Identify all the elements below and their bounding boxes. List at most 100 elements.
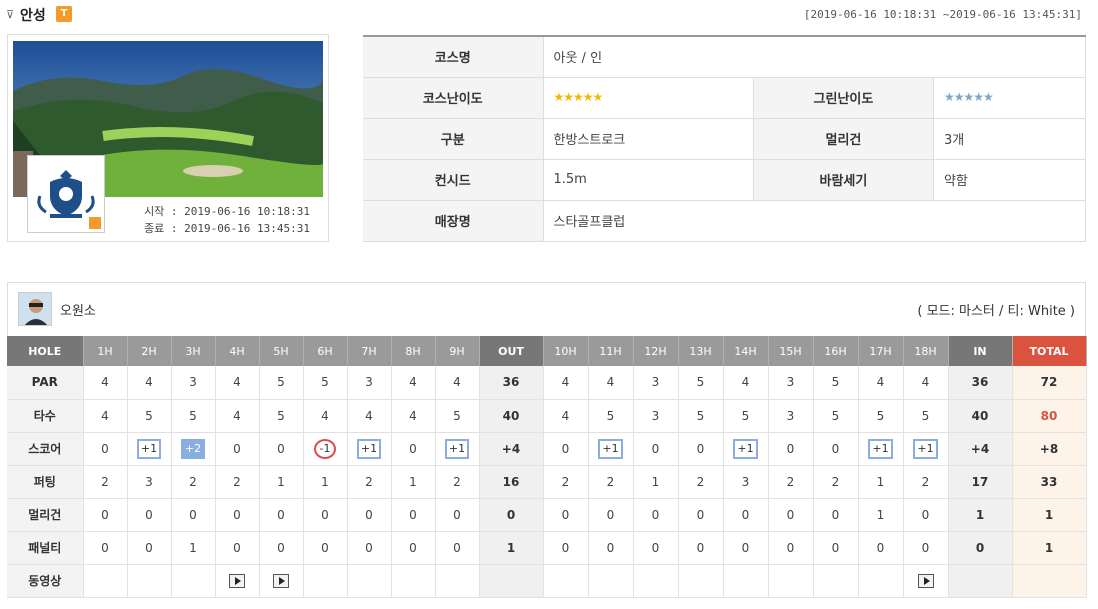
score-cell: 1 [391, 465, 436, 499]
course-name-value: 아웃 / 인 [543, 36, 1086, 78]
score-cell: 5 [813, 366, 859, 400]
end-time: 종료 : 2019-06-16 13:45:31 [144, 222, 310, 235]
score-cell: 0 [588, 498, 634, 532]
table-row: 멀리건 0 0 0 0 0 0 0 0 0 0 0 0 0 0 0 0 0 1 0 1 1 [7, 498, 1087, 532]
score-cell: 0 [259, 531, 304, 565]
score-cell: +1 [858, 432, 904, 466]
score-cell: 2 [768, 465, 814, 499]
score-cell [391, 564, 436, 598]
score-cell: 2 [588, 465, 634, 499]
score-cell: 0 [83, 531, 128, 565]
score-cell: 0 [171, 498, 216, 532]
score-cell: 3 [127, 465, 172, 499]
score-cell [633, 564, 679, 598]
score-cell: 0 [903, 498, 949, 532]
score-cell: 0 [127, 531, 172, 565]
score-cell: 1 [479, 531, 544, 565]
score-cell: 4 [435, 366, 480, 400]
score-cell: 0 [347, 531, 392, 565]
header-cell: 6H [303, 336, 348, 366]
row-label: 멀리건 [7, 498, 84, 532]
score-cell: 2 [83, 465, 128, 499]
score-cell: 17 [948, 465, 1013, 499]
score-cell: 3 [633, 366, 679, 400]
score-cell [347, 564, 392, 598]
score-cell: 0 [215, 432, 260, 466]
date-range: [2019-06-16 10:18:31 ~2019-06-16 13:45:3… [803, 8, 1082, 21]
table-row: 패널티 0 0 1 0 0 0 0 0 0 1 0 0 0 0 0 0 0 0 0 0 1 [7, 531, 1087, 565]
score-cell: 0 [588, 531, 634, 565]
video-play-icon[interactable] [273, 573, 289, 588]
score-cell: 4 [83, 366, 128, 400]
score-cell: +1 [903, 432, 949, 466]
header-cell: 11H [588, 336, 634, 366]
score-cell: 1 [1012, 531, 1087, 565]
score-cell: 5 [903, 399, 949, 433]
score-cell: 0 [435, 498, 480, 532]
score-cell: 0 [347, 498, 392, 532]
header-cell: 9H [435, 336, 480, 366]
score-cell: 5 [171, 399, 216, 433]
score-cell: +8 [1012, 432, 1087, 466]
course-info-table: 코스명 아웃 / 인 코스난이도 ★★★★★ 그린난이도 ★★★★★ 구분 한방… [363, 35, 1087, 242]
type-label: 구분 [363, 118, 544, 160]
score-cell: 0 [768, 531, 814, 565]
row-label: 패널티 [7, 531, 84, 565]
score-cell: 0 [813, 432, 859, 466]
score-cell: 5 [259, 399, 304, 433]
score-cell: 0 [303, 498, 348, 532]
score-cell: 1 [858, 498, 904, 532]
score-cell: 0 [215, 531, 260, 565]
score-cell [83, 564, 128, 598]
score-cell: 0 [948, 531, 1013, 565]
score-cell: 1 [171, 531, 216, 565]
video-play-icon[interactable] [917, 573, 934, 588]
edit-icon[interactable] [89, 217, 101, 229]
score-cell: 4 [347, 399, 392, 433]
row-label: 퍼팅 [7, 465, 84, 499]
score-cell: 3 [768, 366, 814, 400]
table-row: 스코어 0 +1 +2 0 0 -1 +1 0 +1 +4 0 +1 0 0 +1 0 0 +1 +1 +4 +8 [7, 432, 1087, 466]
score-cell: 3 [347, 366, 392, 400]
score-cell: 1 [303, 465, 348, 499]
header-cell: 10H [543, 336, 589, 366]
wind-value: 약함 [933, 159, 1087, 201]
score-cell: 5 [678, 399, 724, 433]
score-cell [903, 564, 949, 598]
score-cell: 1 [858, 465, 904, 499]
score-cell [813, 564, 859, 598]
score-cell: 5 [813, 399, 859, 433]
score-cell: 0 [391, 498, 436, 532]
table-row: 퍼팅 2 3 2 2 1 1 2 1 2 16 2 2 1 2 3 2 2 1 2 17 33 [7, 465, 1087, 499]
score-cell: 0 [723, 531, 769, 565]
score-cell: 3 [633, 399, 679, 433]
header-cell: 5H [259, 336, 304, 366]
score-cell [1012, 564, 1087, 598]
store-value: 스타골프클럽 [543, 200, 1086, 242]
score-cell: 4 [858, 366, 904, 400]
score-cell: 5 [678, 366, 724, 400]
score-cell: 2 [813, 465, 859, 499]
video-play-icon[interactable] [229, 573, 245, 588]
bogey-marker: +1 [356, 438, 382, 459]
course-difficulty-label: 코스난이도 [363, 77, 544, 119]
score-cell: 0 [768, 498, 814, 532]
score-cell: 2 [903, 465, 949, 499]
header-bar: ⊽ 안성 T [2019-06-16 10:18:31 ~2019-06-16 … [0, 0, 1098, 30]
player-bar: 오원소 ( 모드: 마스터 / 티: White ) [7, 282, 1086, 336]
table-row: 타수 4 5 5 4 5 4 4 4 5 40 4 5 3 5 5 3 5 5 5 40 80 [7, 399, 1087, 433]
header-cell: 7H [347, 336, 392, 366]
type-value: 한방스트로크 [543, 118, 754, 160]
chevron-down-icon[interactable]: ⊽ [6, 8, 14, 21]
course-name-label: 코스명 [363, 36, 544, 78]
header-cell: 2H [127, 336, 172, 366]
score-cell: 0 [633, 498, 679, 532]
mulligan-label: 멀리건 [753, 118, 934, 160]
score-cell: 2 [347, 465, 392, 499]
score-cell: 5 [435, 399, 480, 433]
scorecard-table: HOLE 1H 2H 3H 4H 5H 6H 7H 8H 9H OUT 10H 11H 12H 13H 14H… [7, 336, 1087, 598]
green-difficulty-stars: ★★★★★ [933, 77, 1087, 119]
score-cell: 1 [948, 498, 1013, 532]
header-cell: 4H [215, 336, 260, 366]
club-logo [27, 155, 105, 233]
